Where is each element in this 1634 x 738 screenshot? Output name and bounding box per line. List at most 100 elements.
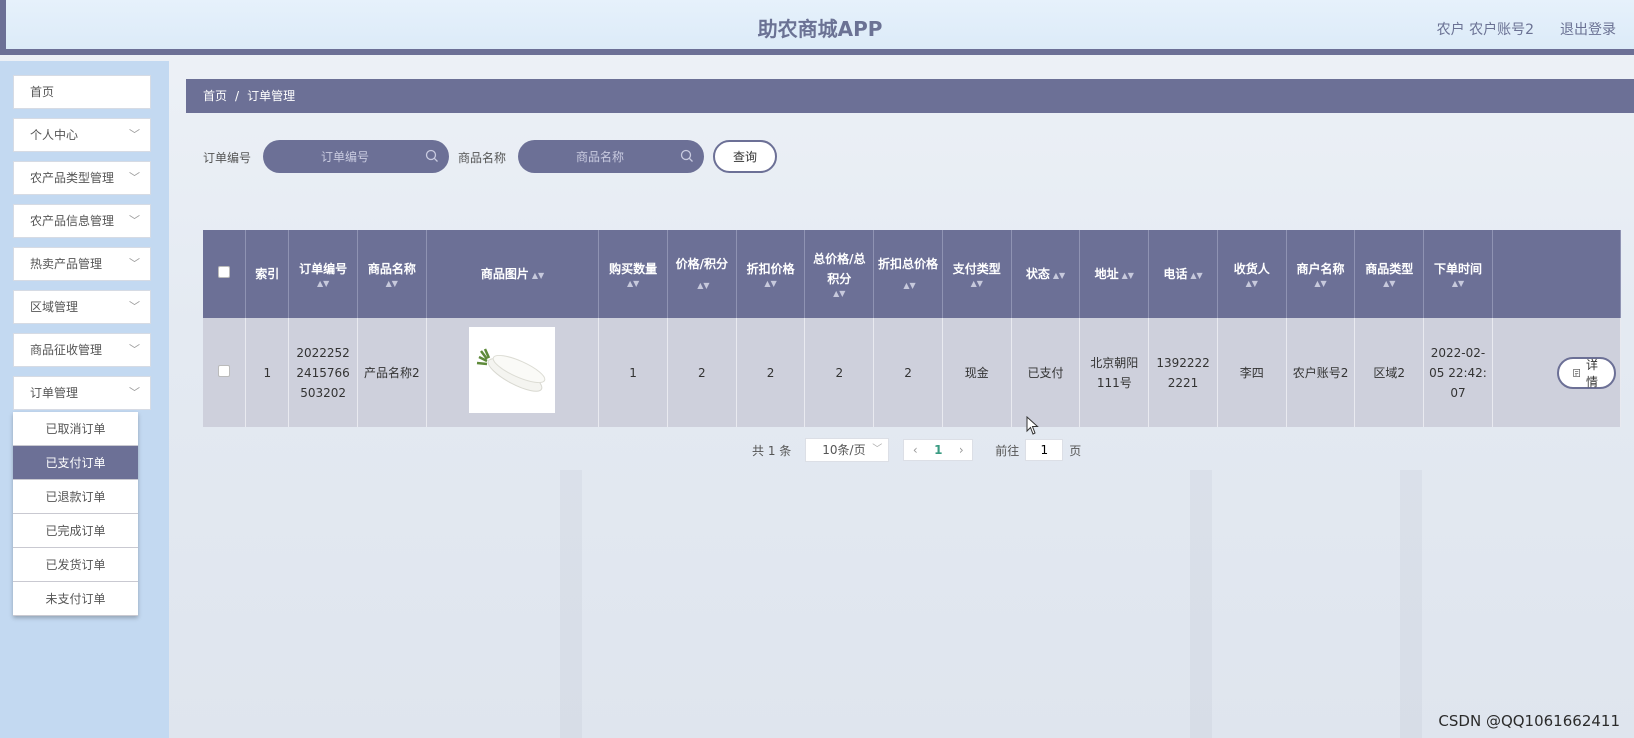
cell-quantity: 1 bbox=[598, 318, 668, 427]
chevron-down-icon: ﹀ bbox=[129, 386, 140, 399]
sort-icon[interactable]: ▲▼ bbox=[1220, 279, 1284, 289]
page-size-select[interactable]: 10条/页 ﹀ bbox=[805, 438, 890, 462]
breadcrumb-separator: / bbox=[235, 89, 240, 103]
page-unit-label: 页 bbox=[1069, 443, 1082, 458]
sidebar-item-orders[interactable]: 订单管理 ﹀ bbox=[13, 376, 151, 410]
select-all-checkbox[interactable] bbox=[218, 266, 231, 278]
chevron-down-icon: ﹀ bbox=[129, 257, 140, 270]
sort-icon[interactable]: ▲▼ bbox=[360, 279, 424, 289]
sidebar-item-region[interactable]: 区域管理 ﹀ bbox=[13, 290, 151, 324]
column-header-status[interactable]: 状态 ▲▼ bbox=[1011, 230, 1081, 318]
sort-icon[interactable]: ▲▼ bbox=[807, 289, 871, 299]
cell-total-price-points: 2 bbox=[804, 318, 875, 427]
sidebar-item-label: 农产品类型管理 bbox=[30, 171, 115, 185]
page-number[interactable]: 1 bbox=[926, 443, 950, 457]
cell-discount-price: 2 bbox=[736, 318, 806, 427]
sidebar-item-personal-center[interactable]: 个人中心 ﹀ bbox=[13, 118, 151, 152]
cell-status: 已支付 bbox=[1011, 318, 1081, 427]
column-header-discount-total[interactable]: 折扣总价格▲▼ bbox=[873, 230, 943, 318]
detail-button-label: 详情 bbox=[1586, 357, 1599, 389]
order-no-label: 订单编号 bbox=[203, 151, 252, 165]
column-header-address[interactable]: 地址 ▲▼ bbox=[1079, 230, 1150, 318]
background-decoration bbox=[1190, 470, 1212, 738]
sort-icon[interactable]: ▲▼ bbox=[1289, 279, 1353, 289]
row-checkbox[interactable] bbox=[218, 364, 231, 377]
orders-table: 索引 订单编号 ▲▼ 商品名称 ▲▼ 商品图片 ▲▼ 购买数量 ▲▼ 价格/积分▲▼ 折… bbox=[203, 230, 1621, 427]
sidebar-item-procurement[interactable]: 商品征收管理 ﹀ bbox=[13, 333, 151, 367]
column-header-discount-price[interactable]: 折扣价格 ▲▼ bbox=[736, 230, 806, 318]
sidebar-item-hot-products[interactable]: 热卖产品管理 ﹀ bbox=[13, 247, 151, 281]
search-icon bbox=[425, 149, 438, 162]
document-icon bbox=[1573, 368, 1580, 377]
row-select-cell bbox=[203, 318, 247, 427]
column-header-product-image[interactable]: 商品图片 ▲▼ bbox=[426, 230, 600, 318]
sidebar-item-product-info[interactable]: 农产品信息管理 ﹀ bbox=[13, 204, 151, 238]
pagination-total: 共 1 条 bbox=[752, 443, 792, 458]
logout-link[interactable]: 退出登录 bbox=[1560, 19, 1616, 39]
breadcrumb-home[interactable]: 首页 bbox=[203, 89, 227, 103]
column-header-product-name[interactable]: 商品名称 ▲▼ bbox=[357, 230, 427, 318]
submenu-completed-orders[interactable]: 已完成订单 bbox=[13, 514, 138, 548]
sidebar-item-product-type[interactable]: 农产品类型管理 ﹀ bbox=[13, 161, 151, 195]
cell-pay-type: 现金 bbox=[942, 318, 1012, 427]
submenu-refunded-orders[interactable]: 已退款订单 bbox=[13, 480, 138, 514]
submenu-cancelled-orders[interactable]: 已取消订单 bbox=[13, 412, 138, 446]
column-header-receiver[interactable]: 收货人 ▲▼ bbox=[1217, 230, 1287, 318]
order-no-input[interactable] bbox=[263, 140, 413, 173]
sort-icon[interactable]: ▲▼ bbox=[1122, 271, 1134, 281]
sort-icon[interactable]: ▲▼ bbox=[1426, 279, 1490, 289]
order-no-search-box bbox=[263, 140, 449, 173]
cell-order-time: 2022-02-05 22:42:07 bbox=[1423, 318, 1493, 427]
search-icon bbox=[680, 149, 693, 162]
sort-icon[interactable]: ▲▼ bbox=[291, 279, 355, 289]
sort-icon[interactable]: ▲▼ bbox=[945, 279, 1009, 289]
sort-icon[interactable]: ▲▼ bbox=[532, 271, 544, 281]
cell-price-points: 2 bbox=[667, 318, 737, 427]
query-button[interactable]: 查询 bbox=[713, 140, 777, 173]
background-decoration bbox=[560, 470, 582, 738]
current-user: 农户 农户账号2 bbox=[1436, 22, 1534, 38]
sort-icon[interactable]: ▲▼ bbox=[903, 281, 915, 291]
column-header-price-points[interactable]: 价格/积分▲▼ bbox=[667, 230, 737, 318]
chevron-down-icon: ﹀ bbox=[872, 444, 883, 455]
app-title: 助农商城APP bbox=[757, 17, 883, 41]
sort-icon[interactable]: ▲▼ bbox=[1053, 271, 1065, 281]
page-size-value: 10条/页 bbox=[822, 443, 866, 457]
sidebar-item-home[interactable]: 首页 bbox=[13, 75, 151, 109]
detail-button[interactable]: 详情 bbox=[1556, 356, 1616, 389]
pagination: 共 1 条 10条/页 ﹀ ‹ 1 › 前往 页 bbox=[752, 438, 1081, 462]
breadcrumb: 首页 / 订单管理 bbox=[186, 79, 1634, 113]
column-header-merchant[interactable]: 商户名称 ▲▼ bbox=[1286, 230, 1356, 318]
chevron-down-icon: ﹀ bbox=[129, 300, 140, 313]
column-header-order-time[interactable]: 下单时间 ▲▼ bbox=[1423, 230, 1493, 318]
sidebar-item-label: 首页 bbox=[30, 85, 55, 99]
submenu-unpaid-orders[interactable]: 未支付订单 bbox=[13, 582, 138, 616]
sidebar-item-label: 商品征收管理 bbox=[30, 343, 103, 357]
watermark: CSDN @QQ1061662411 bbox=[1438, 712, 1620, 730]
sort-icon[interactable]: ▲▼ bbox=[1357, 279, 1421, 289]
product-name-label: 商品名称 bbox=[458, 151, 507, 165]
cell-phone: 13922222221 bbox=[1148, 318, 1218, 427]
breadcrumb-current: 订单管理 bbox=[247, 89, 296, 103]
sort-icon[interactable]: ▲▼ bbox=[1190, 271, 1202, 281]
sort-icon[interactable]: ▲▼ bbox=[601, 279, 665, 289]
column-header-total-price-points[interactable]: 总价格/总积分 ▲▼ bbox=[804, 230, 875, 318]
column-header-product-type[interactable]: 商品类型 ▲▼ bbox=[1354, 230, 1425, 318]
goto-page-input[interactable] bbox=[1025, 439, 1064, 461]
sidebar-item-label: 个人中心 bbox=[30, 128, 79, 142]
sidebar-item-label: 热卖产品管理 bbox=[30, 257, 103, 271]
sort-icon[interactable]: ▲▼ bbox=[739, 279, 803, 289]
submenu-shipped-orders[interactable]: 已发货订单 bbox=[13, 548, 138, 582]
next-page-icon[interactable]: › bbox=[950, 443, 972, 457]
column-header-pay-type[interactable]: 支付类型 ▲▼ bbox=[942, 230, 1012, 318]
background-decoration bbox=[1400, 470, 1422, 738]
column-header-phone[interactable]: 电话 ▲▼ bbox=[1148, 230, 1218, 318]
sort-icon[interactable]: ▲▼ bbox=[697, 281, 709, 291]
cell-receiver: 李四 bbox=[1217, 318, 1287, 427]
submenu-paid-orders[interactable]: 已支付订单 bbox=[13, 446, 138, 480]
product-image bbox=[469, 326, 556, 413]
column-header-order-no[interactable]: 订单编号 ▲▼ bbox=[288, 230, 358, 318]
prev-page-icon[interactable]: ‹ bbox=[904, 443, 926, 457]
column-header-quantity[interactable]: 购买数量 ▲▼ bbox=[598, 230, 668, 318]
product-name-input[interactable] bbox=[518, 140, 668, 173]
